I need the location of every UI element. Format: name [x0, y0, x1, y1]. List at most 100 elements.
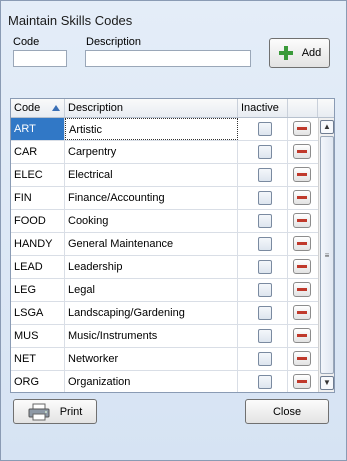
row-inactive-cell	[238, 141, 288, 163]
maintain-skills-codes-window: Maintain Skills Codes Code Description A…	[0, 0, 347, 461]
row-description-cell[interactable]: Organization	[65, 371, 238, 392]
row-inactive-cell	[238, 233, 288, 255]
column-header-inactive-label: Inactive	[241, 102, 279, 114]
row-inactive-cell	[238, 348, 288, 370]
print-button[interactable]: Print	[13, 399, 97, 424]
row-code-cell[interactable]: LSGA	[11, 302, 65, 324]
row-delete-cell	[288, 141, 318, 163]
grid-rows: ART Artistic CAR Carpentry ELEC Electrical FIN…	[11, 118, 318, 392]
row-inactive-cell	[238, 118, 288, 140]
delete-row-button[interactable]	[293, 351, 311, 366]
skills-grid: Code Description Inactive ART Artistic CAR…	[10, 98, 335, 393]
add-button-label: Add	[301, 47, 322, 59]
row-code-cell[interactable]: ELEC	[11, 164, 65, 186]
table-row[interactable]: MUS Music/Instruments	[11, 325, 318, 348]
row-description-cell[interactable]: Finance/Accounting	[65, 187, 238, 209]
description-label: Description	[86, 36, 142, 48]
delete-row-button[interactable]	[293, 190, 311, 205]
row-delete-cell	[288, 233, 318, 255]
table-row[interactable]: LSGA Landscaping/Gardening	[11, 302, 318, 325]
row-code-cell[interactable]: CAR	[11, 141, 65, 163]
delete-row-button[interactable]	[293, 167, 311, 182]
table-row[interactable]: NET Networker	[11, 348, 318, 371]
row-code-cell[interactable]: HANDY	[11, 233, 65, 255]
table-row[interactable]: HANDY General Maintenance	[11, 233, 318, 256]
column-header-inactive[interactable]: Inactive	[238, 99, 288, 117]
delete-row-button[interactable]	[293, 259, 311, 274]
inactive-checkbox[interactable]	[258, 329, 272, 343]
inactive-checkbox[interactable]	[258, 191, 272, 205]
row-inactive-cell	[238, 187, 288, 209]
row-description-cell[interactable]: Carpentry	[65, 141, 238, 163]
row-delete-cell	[288, 210, 318, 232]
row-code-cell[interactable]: NET	[11, 348, 65, 370]
row-description-cell[interactable]: Landscaping/Gardening	[65, 302, 238, 324]
delete-row-button[interactable]	[293, 374, 311, 389]
print-button-label: Print	[59, 405, 83, 418]
plus-icon	[278, 46, 293, 60]
row-delete-cell	[288, 325, 318, 347]
row-code-cell[interactable]: LEAD	[11, 256, 65, 278]
table-row[interactable]: ART Artistic	[11, 118, 318, 141]
row-inactive-cell	[238, 256, 288, 278]
delete-row-button[interactable]	[293, 328, 311, 343]
column-header-code[interactable]: Code	[11, 99, 65, 117]
inactive-checkbox[interactable]	[258, 260, 272, 274]
inactive-checkbox[interactable]	[258, 283, 272, 297]
table-row[interactable]: ORG Organization	[11, 371, 318, 392]
inactive-checkbox[interactable]	[258, 375, 272, 389]
delete-row-button[interactable]	[293, 236, 311, 251]
close-button[interactable]: Close	[245, 399, 329, 424]
row-description-cell[interactable]: Networker	[65, 348, 238, 370]
table-row[interactable]: ELEC Electrical	[11, 164, 318, 187]
column-header-code-label: Code	[14, 102, 41, 114]
table-row[interactable]: LEG Legal	[11, 279, 318, 302]
row-description-cell[interactable]: Leadership	[65, 256, 238, 278]
row-inactive-cell	[238, 302, 288, 324]
scroll-thumb[interactable]: ≡	[320, 136, 334, 374]
row-description-cell[interactable]: General Maintenance	[65, 233, 238, 255]
sort-up-icon	[52, 105, 60, 111]
inactive-checkbox[interactable]	[258, 306, 272, 320]
add-button[interactable]: Add	[269, 38, 330, 68]
column-header-description-label: Description	[68, 102, 124, 114]
row-code-cell[interactable]: FOOD	[11, 210, 65, 232]
row-description-cell[interactable]: Artistic	[65, 118, 238, 140]
table-row[interactable]: LEAD Leadership	[11, 256, 318, 279]
row-code-cell[interactable]: MUS	[11, 325, 65, 347]
delete-row-button[interactable]	[293, 213, 311, 228]
inactive-checkbox[interactable]	[258, 145, 272, 159]
vertical-scrollbar[interactable]: ▲ ≡ ▼	[318, 118, 334, 392]
inactive-checkbox[interactable]	[258, 214, 272, 228]
table-row[interactable]: CAR Carpentry	[11, 141, 318, 164]
table-row[interactable]: FOOD Cooking	[11, 210, 318, 233]
row-code-cell[interactable]: ART	[11, 118, 65, 140]
row-inactive-cell	[238, 164, 288, 186]
inactive-checkbox[interactable]	[258, 237, 272, 251]
delete-row-button[interactable]	[293, 144, 311, 159]
table-row[interactable]: FIN Finance/Accounting	[11, 187, 318, 210]
inactive-checkbox[interactable]	[258, 122, 272, 136]
code-input[interactable]	[13, 50, 67, 67]
grid-header: Code Description Inactive	[11, 99, 334, 118]
inactive-checkbox[interactable]	[258, 352, 272, 366]
row-code-cell[interactable]: LEG	[11, 279, 65, 301]
scroll-up-button[interactable]: ▲	[320, 120, 334, 134]
delete-row-button[interactable]	[293, 282, 311, 297]
row-code-cell[interactable]: ORG	[11, 371, 65, 392]
row-description-cell[interactable]: Electrical	[65, 164, 238, 186]
column-header-description[interactable]: Description	[65, 99, 238, 117]
row-code-cell[interactable]: FIN	[11, 187, 65, 209]
row-description-cell[interactable]: Cooking	[65, 210, 238, 232]
row-delete-cell	[288, 256, 318, 278]
row-description-cell[interactable]: Music/Instruments	[65, 325, 238, 347]
description-input[interactable]	[85, 50, 251, 67]
delete-row-button[interactable]	[293, 121, 311, 136]
row-description-cell[interactable]: Legal	[65, 279, 238, 301]
scroll-down-button[interactable]: ▼	[320, 376, 334, 390]
row-inactive-cell	[238, 371, 288, 392]
delete-row-button[interactable]	[293, 305, 311, 320]
row-delete-cell	[288, 164, 318, 186]
printer-icon	[28, 403, 50, 420]
inactive-checkbox[interactable]	[258, 168, 272, 182]
